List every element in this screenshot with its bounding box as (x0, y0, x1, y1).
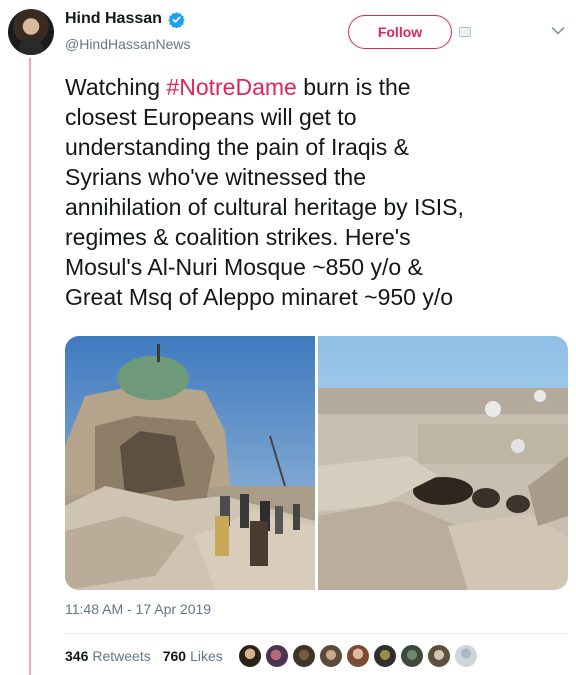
follow-button[interactable]: Follow (348, 15, 452, 49)
liker-avatar[interactable] (265, 644, 289, 668)
user-handle[interactable]: @HindHassanNews (65, 36, 190, 52)
tweet-text-segment: burn is the (296, 74, 411, 100)
hashtag-link[interactable]: #NotreDame (166, 74, 296, 100)
tweet-timestamp[interactable]: 11:48 AM - 17 Apr 2019 (65, 601, 211, 617)
liker-avatar[interactable] (292, 644, 316, 668)
mosul-mosque-image (65, 336, 315, 590)
display-name[interactable]: Hind Hassan (65, 10, 162, 28)
user-name-row: Hind Hassan (65, 10, 185, 28)
thread-line (29, 58, 31, 675)
tweet-line: Watching #NotreDame burn is the (65, 72, 565, 102)
retweets-label[interactable]: Retweets (92, 648, 150, 664)
tweet-line: annihilation of cultural heritage by ISI… (65, 194, 464, 220)
liker-avatar[interactable] (373, 644, 397, 668)
liker-avatar[interactable] (238, 644, 262, 668)
tweet-line: understanding the pain of Iraqis & (65, 134, 409, 160)
likes-label[interactable]: Likes (190, 648, 223, 664)
liker-avatar[interactable] (319, 644, 343, 668)
likes-count[interactable]: 760 (163, 648, 186, 664)
tweet-line: Mosul's Al-Nuri Mosque ~850 y/o & (65, 254, 423, 280)
avatar[interactable] (8, 9, 54, 55)
photo-aleppo-mosque[interactable] (318, 336, 568, 590)
chevron-down-icon[interactable] (551, 26, 565, 36)
retweets-count[interactable]: 346 (65, 648, 88, 664)
tweet-line: Syrians who've witnessed the (65, 164, 366, 190)
divider (65, 633, 568, 634)
liker-avatar[interactable] (400, 644, 424, 668)
media-grid (65, 336, 568, 590)
follow-info-icon (459, 27, 471, 37)
tweet-text: Watching #NotreDame burn is the closest … (65, 72, 565, 312)
verified-badge-icon (168, 11, 185, 28)
liker-avatars (238, 644, 478, 668)
liker-avatar[interactable] (427, 644, 451, 668)
tweet-line: closest Europeans will get to (65, 104, 357, 130)
liker-avatar[interactable] (346, 644, 370, 668)
tweet-line: regimes & coalition strikes. Here's (65, 224, 411, 250)
tweet-line: Great Msq of Aleppo minaret ~950 y/o (65, 284, 454, 310)
aleppo-mosque-image (318, 336, 568, 590)
tweet-stats: 346 Retweets 760 Likes (65, 648, 231, 664)
liker-avatar[interactable] (454, 644, 478, 668)
photo-mosul-mosque[interactable] (65, 336, 315, 590)
tweet-text-segment: Watching (65, 74, 167, 100)
